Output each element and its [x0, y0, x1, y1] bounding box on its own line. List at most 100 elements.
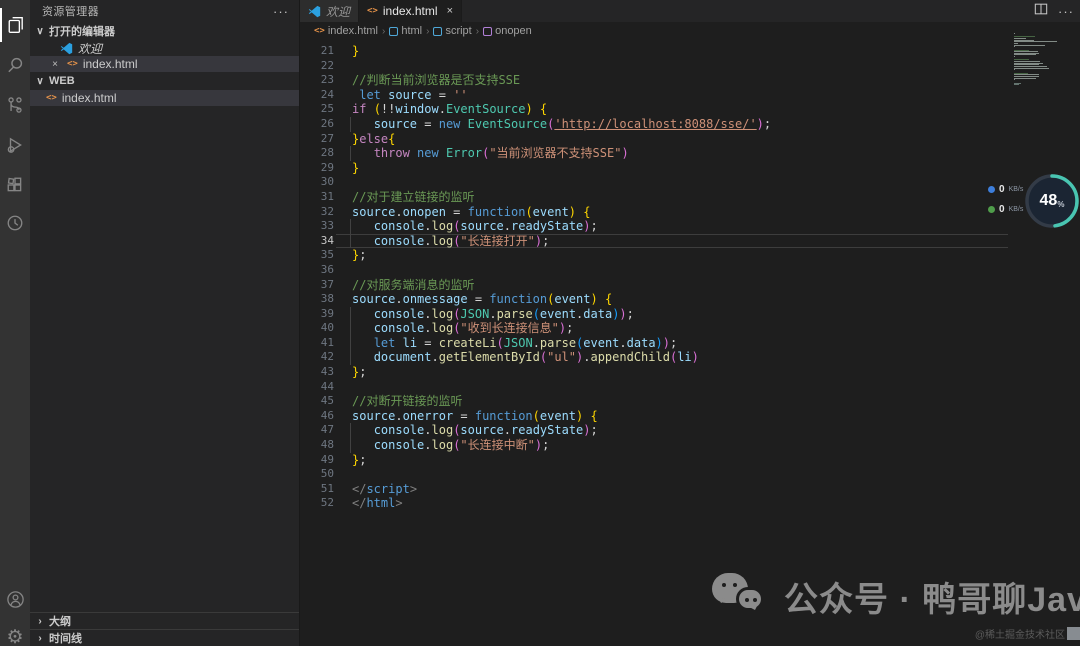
chevron-right-icon: › [34, 633, 46, 644]
open-editor-item-welcome[interactable]: 欢迎 [30, 40, 299, 56]
settings-gear-icon[interactable]: ⚙ [0, 620, 30, 646]
breadcrumb-item-file[interactable]: <> index.html [314, 25, 378, 37]
code-text: }; [352, 365, 366, 380]
minimap[interactable] [1014, 33, 1064, 133]
symbol-element-icon [389, 27, 398, 36]
code-line[interactable]: 36 [300, 263, 1080, 278]
indent-guide [350, 321, 351, 336]
open-editor-item-indexhtml[interactable]: × <> index.html [30, 56, 299, 72]
code-line[interactable]: 32source.onopen = function(event) { [300, 205, 1080, 220]
code-line[interactable]: 51</script> [300, 482, 1080, 497]
sidebar-more-icon[interactable]: ··· [273, 4, 289, 19]
file-item-indexhtml[interactable]: <> index.html [30, 90, 299, 106]
line-number: 39 [300, 307, 334, 322]
code-text: let li = createLi(JSON.parse(event.data)… [352, 336, 677, 351]
code-text: source.onerror = function(event) { [352, 409, 598, 424]
code-editor[interactable]: 21}2223//判断当前浏览器是否支持SSE24 let source = '… [300, 44, 1080, 511]
code-text: console.log("收到长连接信息"); [352, 321, 573, 336]
code-line[interactable]: 33 console.log(source.readyState); [300, 219, 1080, 234]
code-line[interactable]: 23//判断当前浏览器是否支持SSE [300, 73, 1080, 88]
breadcrumb-item-script[interactable]: script [433, 25, 471, 37]
open-editor-label: index.html [83, 57, 138, 71]
code-line[interactable]: 24 let source = '' [300, 88, 1080, 103]
indent-guide [350, 438, 351, 453]
code-line[interactable]: 37//对服务端消息的监听 [300, 278, 1080, 293]
code-line[interactable]: 52</html> [300, 496, 1080, 511]
run-debug-icon[interactable] [0, 128, 30, 162]
code-text: source = new EventSource('http://localho… [352, 117, 771, 132]
code-line[interactable]: 35}; [300, 248, 1080, 263]
code-line[interactable]: 25if (!!window.EventSource) { [300, 102, 1080, 117]
search-icon[interactable] [0, 48, 30, 82]
code-text: }else{ [352, 132, 395, 147]
line-number: 42 [300, 350, 334, 365]
code-line[interactable]: 42 document.getElementById("ul").appendC… [300, 350, 1080, 365]
close-icon[interactable]: × [48, 59, 62, 70]
indent-guide [350, 350, 351, 365]
explorer-icon[interactable] [0, 8, 30, 42]
chevron-down-icon: ∨ [34, 26, 46, 37]
code-line[interactable]: 45//对断开链接的监听 [300, 394, 1080, 409]
code-line[interactable]: 48 console.log("长连接中断"); [300, 438, 1080, 453]
line-number: 38 [300, 292, 334, 307]
code-line[interactable]: 46source.onerror = function(event) { [300, 409, 1080, 424]
line-number: 31 [300, 190, 334, 205]
tab-label: index.html [383, 4, 438, 18]
code-line[interactable]: 43}; [300, 365, 1080, 380]
outline-section-header[interactable]: › 大纲 [30, 612, 299, 629]
account-icon[interactable] [0, 582, 30, 616]
code-line[interactable]: 34 console.log("长连接打开"); [300, 234, 1080, 249]
code-line[interactable]: 26 source = new EventSource('http://loca… [300, 117, 1080, 132]
extensions-icon[interactable] [0, 168, 30, 202]
code-text: //对断开链接的监听 [352, 394, 462, 409]
code-line[interactable]: 41 let li = createLi(JSON.parse(event.da… [300, 336, 1080, 351]
line-number: 41 [300, 336, 334, 351]
split-editor-icon[interactable] [1034, 2, 1048, 21]
code-line[interactable]: 50 [300, 467, 1080, 482]
open-editor-label: 欢迎 [78, 40, 102, 57]
code-text: if (!!window.EventSource) { [352, 102, 547, 117]
code-line[interactable]: 30 [300, 175, 1080, 190]
breadcrumb-item-html[interactable]: html [389, 25, 422, 37]
code-line[interactable]: 22 [300, 59, 1080, 74]
code-line[interactable]: 21} [300, 44, 1080, 59]
open-editors-header[interactable]: ∨ 打开的编辑器 [30, 22, 299, 40]
code-line[interactable]: 31 //对于建立链接的监听 [300, 190, 1080, 205]
clock-extension-icon[interactable] [0, 206, 30, 240]
breadcrumb-separator: › [382, 26, 385, 37]
indent-guide [350, 234, 351, 249]
line-number: 40 [300, 321, 334, 336]
line-number: 28 [300, 146, 334, 161]
line-number: 34 [300, 234, 334, 249]
symbol-event-icon [483, 27, 492, 36]
editor-area: 欢迎 <> index.html × ··· <> index.html › h… [300, 0, 1080, 646]
code-line[interactable]: 44 [300, 380, 1080, 395]
tab-indexhtml[interactable]: <> index.html × [359, 0, 462, 22]
wechat-icon [712, 573, 768, 621]
breadcrumb-item-onopen[interactable]: onopen [483, 25, 532, 37]
more-actions-icon[interactable]: ··· [1058, 4, 1074, 19]
tab-bar: 欢迎 <> index.html × [300, 0, 1080, 22]
code-line[interactable]: 28 throw new Error("当前浏览器不支持SSE") [300, 146, 1080, 161]
code-text: console.log(JSON.parse(event.data)); [352, 307, 634, 322]
code-line[interactable]: 40 console.log("收到长连接信息"); [300, 321, 1080, 336]
symbol-element-icon [433, 27, 442, 36]
code-line[interactable]: 39 console.log(JSON.parse(event.data)); [300, 307, 1080, 322]
code-text: //对服务端消息的监听 [352, 278, 474, 293]
folder-header-web[interactable]: ∨ WEB [30, 72, 299, 90]
indent-guide [350, 336, 351, 351]
code-line[interactable]: 49}; [300, 453, 1080, 468]
download-speed: 0 [999, 204, 1005, 215]
source-control-icon[interactable] [0, 88, 30, 122]
code-line[interactable]: 47 console.log(source.readyState); [300, 423, 1080, 438]
close-icon[interactable]: × [447, 5, 453, 17]
code-text: //对于建立链接的监听 [352, 190, 474, 205]
line-number: 21 [300, 44, 334, 59]
tab-welcome[interactable]: 欢迎 [300, 0, 359, 22]
wechat-watermark: 公众号 · 鸭哥聊Java [712, 572, 1080, 621]
line-number: 47 [300, 423, 334, 438]
code-line[interactable]: 29} [300, 161, 1080, 176]
code-line[interactable]: 38source.onmessage = function(event) { [300, 292, 1080, 307]
timeline-section-header[interactable]: › 时间线 [30, 629, 299, 646]
code-line[interactable]: 27}else{ [300, 132, 1080, 147]
